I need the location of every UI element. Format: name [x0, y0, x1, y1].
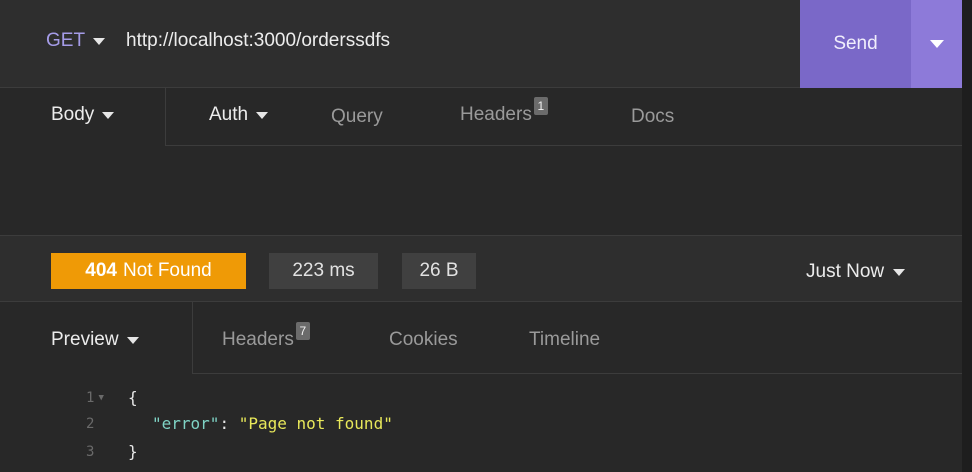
tab-response-headers[interactable]: Headers 7: [222, 322, 310, 351]
tab-body[interactable]: Body: [51, 104, 115, 126]
method-label: GET: [46, 30, 86, 51]
response-tabs: Preview Headers 7 Cookies Timeline: [0, 302, 962, 374]
json-value: "Page not found": [238, 414, 393, 433]
tab-docs[interactable]: Docs: [631, 106, 674, 128]
method-selector[interactable]: GET: [46, 30, 106, 52]
tab-label: Headers: [460, 104, 532, 125]
status-text: Not Found: [122, 260, 212, 281]
tab-label: Body: [51, 104, 95, 125]
line-number: 3: [86, 444, 95, 460]
tab-label: Headers: [222, 329, 294, 350]
request-tabs: Body Auth Query Headers 1 Docs: [0, 88, 962, 148]
tab-label: Query: [331, 106, 383, 127]
request-body-panel[interactable]: [0, 146, 962, 236]
chevron-down-icon: [256, 111, 269, 119]
status-code: 404: [85, 260, 117, 281]
url-bar: GET http://localhost:3000/orderssdfs Sen…: [0, 0, 962, 88]
code-line: "error": "Page not found": [152, 414, 393, 433]
fold-arrow-icon[interactable]: ▼: [98, 393, 103, 403]
history-selector[interactable]: Just Now: [806, 261, 906, 283]
json-colon: :: [219, 414, 239, 433]
headers-count-badge: 1: [533, 97, 548, 115]
tab-preview[interactable]: Preview: [51, 329, 139, 351]
send-options-button[interactable]: [911, 0, 962, 88]
tab-label: Timeline: [529, 329, 601, 350]
tab-query[interactable]: Query: [331, 106, 383, 128]
headers-count-badge: 7: [295, 322, 310, 340]
chevron-down-icon: [102, 111, 115, 119]
response-bar: 404 Not Found 223 ms 26 B Just Now: [0, 236, 962, 302]
chevron-down-icon: [126, 336, 139, 344]
chevron-down-icon: [929, 40, 944, 48]
code-line: }: [128, 442, 138, 461]
history-label: Just Now: [806, 261, 885, 282]
tab-auth[interactable]: Auth: [209, 104, 269, 126]
send-button[interactable]: Send: [800, 0, 911, 88]
tab-label: Docs: [631, 106, 675, 127]
chevron-down-icon: [93, 37, 106, 45]
tab-label: Preview: [51, 329, 119, 350]
json-key: "error": [152, 414, 220, 433]
tab-timeline[interactable]: Timeline: [529, 329, 600, 351]
tab-label: Auth: [209, 104, 249, 125]
tab-label: Cookies: [389, 329, 458, 350]
chevron-down-icon: [893, 268, 906, 276]
status-badge: 404 Not Found: [51, 253, 246, 289]
tab-headers[interactable]: Headers 1: [460, 97, 548, 126]
tab-cookies[interactable]: Cookies: [389, 329, 458, 351]
line-number: 2: [86, 416, 95, 432]
response-time-badge: 223 ms: [269, 253, 378, 289]
response-preview[interactable]: 1 ▼ { 2 "error": "Page not found" 3 }: [0, 374, 962, 472]
line-number: 1 ▼: [86, 390, 104, 406]
url-input[interactable]: http://localhost:3000/orderssdfs: [126, 30, 390, 52]
code-line: {: [128, 388, 138, 407]
scrollbar-track[interactable]: [962, 0, 972, 472]
response-size-badge: 26 B: [402, 253, 476, 289]
